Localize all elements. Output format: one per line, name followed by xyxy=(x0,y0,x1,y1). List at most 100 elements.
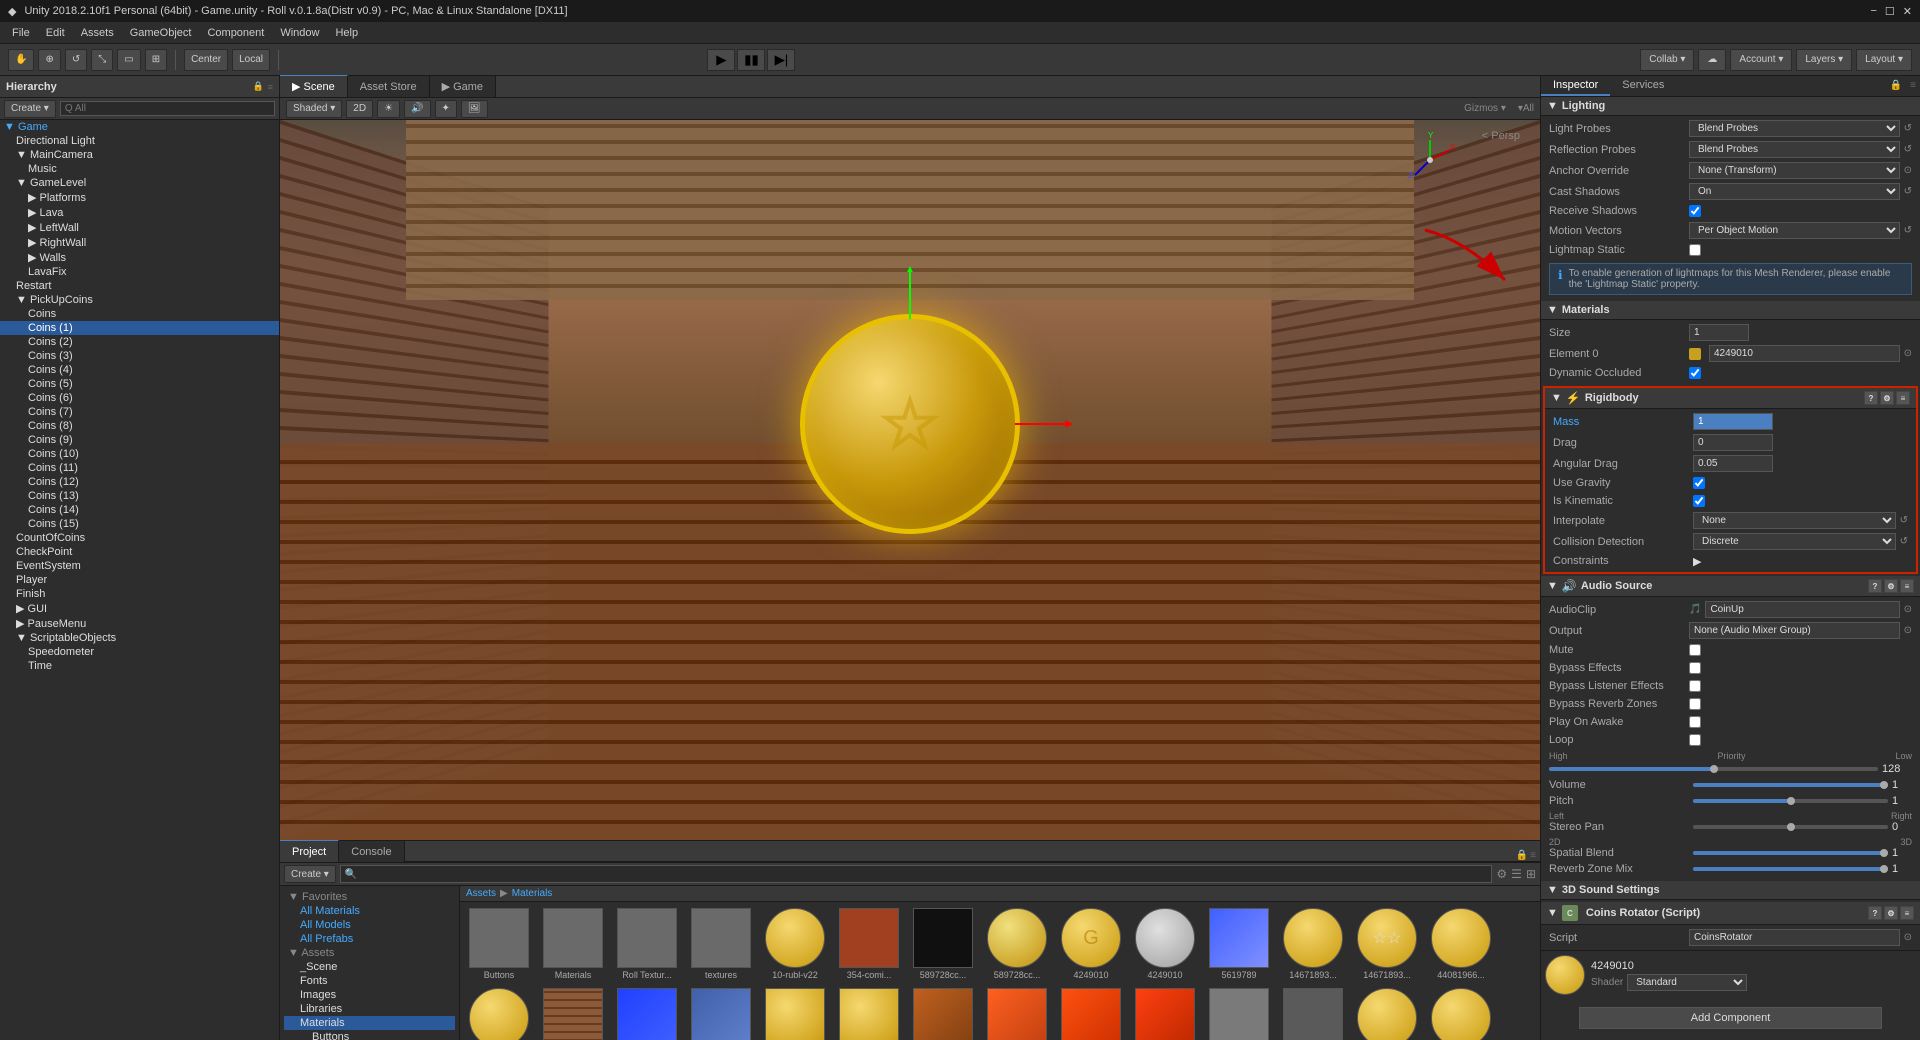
tree-countofcoins[interactable]: CountOfCoins xyxy=(0,531,279,545)
tree-coins-12[interactable]: Coins (12) xyxy=(0,475,279,489)
motion-vectors-dropdown[interactable]: Per Object Motion xyxy=(1689,222,1900,239)
script-pick[interactable]: ⊙ xyxy=(1904,932,1912,943)
sound-settings-header[interactable]: ▼ 3D Sound Settings xyxy=(1541,881,1920,900)
project-search-input[interactable] xyxy=(357,869,1487,880)
audio-settings-icon[interactable]: ⚙ xyxy=(1884,579,1898,593)
tree-leftwall[interactable]: ▶ LeftWall xyxy=(0,220,279,235)
favorites-folder[interactable]: ▼ Favorites xyxy=(284,890,455,904)
tree-coins-6[interactable]: Coins (6) xyxy=(0,391,279,405)
mute-checkbox[interactable] xyxy=(1689,644,1701,656)
restore-btn[interactable]: ☐ xyxy=(1885,5,1895,18)
tree-gui[interactable]: ▶ GUI xyxy=(0,601,279,616)
audio-menu-icon[interactable]: ≡ xyxy=(1900,579,1914,593)
asset-dsc0117[interactable]: dsc_0117... xyxy=(1204,986,1274,1040)
tree-eventsystem[interactable]: EventSystem xyxy=(0,559,279,573)
menu-assets[interactable]: Assets xyxy=(73,25,122,41)
menu-window[interactable]: Window xyxy=(272,25,327,41)
tree-speedometer[interactable]: Speedometer xyxy=(0,645,279,659)
volume-track[interactable] xyxy=(1693,783,1888,787)
tree-time[interactable]: Time xyxy=(0,659,279,673)
rigidbody-doc-icon[interactable]: ? xyxy=(1864,391,1878,405)
all-models[interactable]: All Models xyxy=(284,918,455,932)
layout-button[interactable]: Layout ▾ xyxy=(1856,49,1912,71)
rigidbody-menu-icon[interactable]: ≡ xyxy=(1896,391,1910,405)
tree-coins-4[interactable]: Coins (4) xyxy=(0,363,279,377)
tree-coins-9[interactable]: Coins (9) xyxy=(0,433,279,447)
buttons-subfolder[interactable]: Buttons xyxy=(284,1030,455,1040)
asset-4249010-2[interactable]: 4249010 xyxy=(1130,906,1200,982)
asset-bricks01-1[interactable]: bricks_01 xyxy=(538,986,608,1040)
stereo-pan-thumb[interactable] xyxy=(1787,823,1795,831)
tree-platforms[interactable]: ▶ Platforms xyxy=(0,190,279,205)
output-pick[interactable]: ⊙ xyxy=(1904,625,1912,636)
pitch-thumb[interactable] xyxy=(1787,797,1795,805)
asset-5619789[interactable]: 5619789 xyxy=(1204,906,1274,982)
bypass-reverb-checkbox[interactable] xyxy=(1689,698,1701,710)
tab-asset-store[interactable]: Asset Store xyxy=(348,75,430,97)
scene-icons-btn[interactable]: 🖼 xyxy=(461,100,488,118)
minimize-btn[interactable]: − xyxy=(1870,5,1876,18)
asset-buttons[interactable]: Buttons xyxy=(464,906,534,982)
cast-shadows-reset[interactable]: ↺ xyxy=(1904,186,1912,197)
tree-player[interactable]: Player xyxy=(0,573,279,587)
tree-finish[interactable]: Finish xyxy=(0,587,279,601)
transform-tool[interactable]: ⊞ xyxy=(145,49,167,71)
audio-clip-input[interactable] xyxy=(1705,601,1899,618)
project-lock-icon[interactable]: 🔒 xyxy=(1516,850,1528,861)
inspector-tab-services[interactable]: Services xyxy=(1610,76,1676,96)
step-button[interactable]: ▶| xyxy=(767,49,795,71)
constraints-arrow[interactable]: ▶ xyxy=(1693,555,1701,568)
tree-coins-14[interactable]: Coins (14) xyxy=(0,503,279,517)
hierarchy-options[interactable]: ≡ xyxy=(268,82,273,92)
play-button[interactable]: ▶ xyxy=(707,49,735,71)
project-icon-1[interactable]: ⚙ xyxy=(1496,867,1507,881)
asset-44081966-1[interactable]: 44081966... xyxy=(1426,906,1496,982)
script-input[interactable] xyxy=(1689,929,1900,946)
asset-44081966-2[interactable]: 44081966... xyxy=(464,986,534,1040)
rect-tool[interactable]: ▭ xyxy=(117,49,140,71)
project-icon-3[interactable]: ⊞ xyxy=(1526,867,1536,881)
tree-coins-7[interactable]: Coins (7) xyxy=(0,405,279,419)
menu-help[interactable]: Help xyxy=(327,25,366,41)
volume-thumb[interactable] xyxy=(1880,781,1888,789)
tree-coins[interactable]: Coins xyxy=(0,307,279,321)
spatial-blend-thumb[interactable] xyxy=(1880,849,1888,857)
asset-d81215db-2[interactable]: d81215db... xyxy=(834,986,904,1040)
tab-console[interactable]: Console xyxy=(339,840,404,862)
hierarchy-search[interactable] xyxy=(60,101,275,116)
asset-bricks01-2[interactable]: bricks_01 xyxy=(612,986,682,1040)
hierarchy-create-btn[interactable]: Create ▾ xyxy=(4,100,56,118)
collision-detection-reset[interactable]: ↺ xyxy=(1900,536,1908,547)
all-prefabs[interactable]: All Prefabs xyxy=(284,932,455,946)
bypass-effects-checkbox[interactable] xyxy=(1689,662,1701,674)
lighting-header[interactable]: ▼ Lighting xyxy=(1541,97,1920,116)
pitch-track[interactable] xyxy=(1693,799,1888,803)
breadcrumb-materials[interactable]: Materials xyxy=(512,888,553,899)
asset-bricks013[interactable]: bricks_013 xyxy=(686,986,756,1040)
asset-image05-2[interactable]: image05 xyxy=(1426,986,1496,1040)
bypass-listener-checkbox[interactable] xyxy=(1689,680,1701,692)
tree-coins-5[interactable]: Coins (5) xyxy=(0,377,279,391)
loop-checkbox[interactable] xyxy=(1689,734,1701,746)
tree-pausemenu[interactable]: ▶ PauseMenu xyxy=(0,616,279,631)
tree-rightwall[interactable]: ▶ RightWall xyxy=(0,235,279,250)
assets-folder[interactable]: ▼ Assets xyxy=(284,946,455,960)
tree-coins-15[interactable]: Coins (15) xyxy=(0,517,279,531)
tree-checkpoint[interactable]: CheckPoint xyxy=(0,545,279,559)
motion-vectors-reset[interactable]: ↺ xyxy=(1904,225,1912,236)
dynamic-occluded-checkbox[interactable] xyxy=(1689,367,1701,379)
hierarchy-lock[interactable]: 🔒 xyxy=(253,81,264,92)
angular-drag-input[interactable] xyxy=(1693,455,1773,472)
menu-component[interactable]: Component xyxy=(199,25,272,41)
tree-pickupcoins[interactable]: ▼ PickUpCoins xyxy=(0,293,279,307)
asset-589728cc-1[interactable]: 589728cc... xyxy=(908,906,978,982)
cloud-button[interactable]: ☁ xyxy=(1698,49,1726,71)
receive-shadows-checkbox[interactable] xyxy=(1689,205,1701,217)
tree-coins-10[interactable]: Coins (10) xyxy=(0,447,279,461)
coins-rotator-doc-icon[interactable]: ? xyxy=(1868,906,1882,920)
all-materials[interactable]: All Materials xyxy=(284,904,455,918)
lights-btn[interactable]: ☀ xyxy=(377,100,400,118)
scene-folder[interactable]: _Scene xyxy=(284,960,455,974)
fonts-folder[interactable]: Fonts xyxy=(284,974,455,988)
asset-depositpho-1[interactable]: depositpho... xyxy=(908,986,978,1040)
